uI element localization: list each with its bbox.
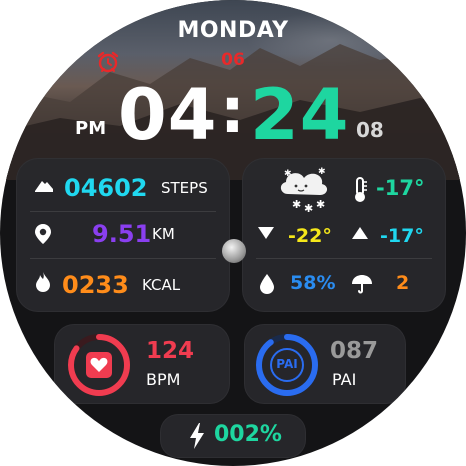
time-minutes: 24 [250,74,350,156]
heart-rate-value: 124 [146,338,195,364]
divider [256,258,432,259]
umbrella-icon [350,272,374,296]
time-colon: : [220,74,245,147]
calories-unit: KCAL [142,276,181,294]
time-seconds: 08 [356,118,384,142]
calories-value: 0233 [62,271,129,299]
shoe-icon [32,175,56,199]
lightning-bolt-icon [188,422,206,450]
day-of-week: MONDAY [177,18,289,43]
snow-cloud-icon: ✱ ✱ ✱ ✱ ✱ [274,162,334,215]
divider [30,211,216,212]
svg-text:✱: ✱ [316,198,325,211]
moon-phase-icon [222,239,246,263]
distance-value: 9.51 [92,220,152,248]
low-temperature: -22° [288,225,332,247]
time-hours: 04 [118,74,218,156]
pai-badge-label: PAI [276,357,298,371]
pai-unit: PAI [332,370,357,389]
uv-index-value: 2 [396,272,410,294]
svg-text:✱: ✱ [284,169,292,179]
humidity-drop-icon [258,272,276,296]
high-temp-arrow-icon [352,224,368,239]
pai-value: 087 [330,338,379,364]
watch-face: MONDAY 06 PM 04 : 24 08 04602 STEPS 9.51… [0,0,466,466]
battery-percentage: 002% [214,422,282,447]
high-temperature: -17° [380,225,424,247]
divider [30,258,216,259]
location-pin-icon [32,222,54,246]
thermometer-icon [351,176,369,204]
svg-text:✱: ✱ [304,202,313,214]
heart-rate-unit: BPM [146,370,181,389]
low-temp-arrow-icon [258,224,274,239]
date-number: 06 [221,50,245,70]
steps-unit: STEPS [161,179,208,197]
humidity-value: 58% [290,272,336,294]
svg-text:✱: ✱ [318,167,326,177]
heart-icon [85,351,113,379]
am-pm-label: PM [75,118,107,139]
svg-text:✱: ✱ [292,198,301,211]
steps-value: 04602 [64,174,148,202]
distance-unit: KM [152,225,175,243]
flame-icon [32,270,54,294]
current-temperature: -17° [376,176,425,200]
